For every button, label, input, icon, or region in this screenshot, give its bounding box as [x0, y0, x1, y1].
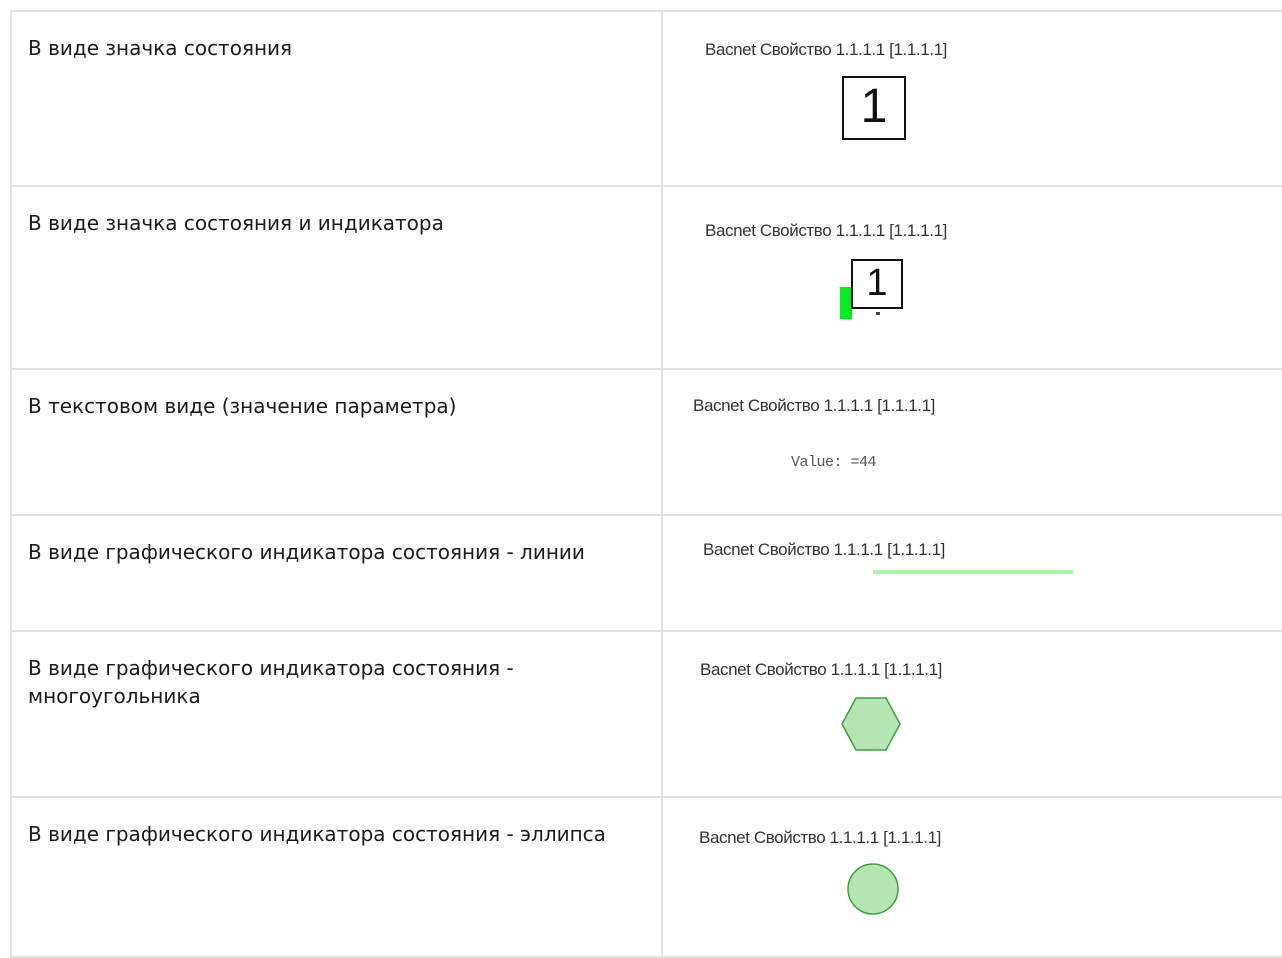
- ellipse-indicator: [847, 863, 899, 915]
- value-text: Value: =44: [791, 454, 877, 471]
- table-row: В виде графического индикатора состояния…: [10, 514, 1282, 632]
- description-cell: В виде графического индикатора состояния…: [10, 514, 663, 632]
- object-caption: Bacnet Свойство 1.1.1.1 [1.1.1.1]: [705, 221, 947, 240]
- table-row: В виде графического индикатора состояния…: [10, 630, 1282, 798]
- preview-cell: Bacnet Свойство 1.1.1.1 [1.1.1.1] Value:…: [661, 368, 1282, 516]
- description-cell: В текстовом виде (значение параметра): [10, 368, 663, 516]
- preview-cell: Bacnet Свойство 1.1.1.1 [1.1.1.1] 1: [661, 185, 1282, 370]
- table-row: В виде значка состояния Bacnet Свойство …: [10, 10, 1282, 187]
- description-cell: В виде значка состояния: [10, 10, 663, 187]
- description-text: В виде графического индикатора состояния…: [28, 656, 514, 708]
- preview-cell: Bacnet Свойство 1.1.1.1 [1.1.1.1] 1: [661, 10, 1282, 187]
- table-row: В виде графического индикатора состояния…: [10, 796, 1282, 958]
- description-cell: В виде графического индикатора состояния…: [10, 630, 663, 798]
- description-text: В виде значка состояния: [28, 36, 293, 60]
- object-caption: Bacnet Свойство 1.1.1.1 [1.1.1.1]: [700, 660, 942, 679]
- state-line-indicator: [873, 570, 1073, 574]
- description-text: В виде графического индикатора состояния…: [28, 822, 606, 846]
- table-row: В виде значка состояния и индикатора Bac…: [10, 185, 1282, 370]
- description-cell: В виде значка состояния и индикатора: [10, 185, 663, 370]
- object-caption: Bacnet Свойство 1.1.1.1 [1.1.1.1]: [705, 40, 947, 59]
- display-modes-table: В виде значка состояния Bacnet Свойство …: [10, 10, 1282, 958]
- preview-cell: Bacnet Свойство 1.1.1.1 [1.1.1.1]: [661, 630, 1282, 798]
- state-icon: 1: [851, 259, 903, 309]
- description-text: В виде графического индикатора состояния…: [28, 540, 585, 564]
- hexagon-indicator: [841, 697, 901, 751]
- description-text: В текстовом виде (значение параметра): [28, 394, 457, 418]
- description-cell: В виде графического индикатора состояния…: [10, 796, 663, 958]
- object-caption: Bacnet Свойство 1.1.1.1 [1.1.1.1]: [693, 396, 935, 415]
- preview-cell: Bacnet Свойство 1.1.1.1 [1.1.1.1]: [661, 514, 1282, 632]
- table-row: В текстовом виде (значение параметра) Ba…: [10, 368, 1282, 516]
- preview-cell: Bacnet Свойство 1.1.1.1 [1.1.1.1]: [661, 796, 1282, 958]
- object-caption: Bacnet Свойство 1.1.1.1 [1.1.1.1]: [703, 540, 945, 559]
- object-caption: Bacnet Свойство 1.1.1.1 [1.1.1.1]: [699, 828, 941, 847]
- description-text: В виде значка состояния и индикатора: [28, 211, 444, 235]
- marker-dot: [876, 312, 880, 315]
- state-icon: 1: [842, 76, 906, 140]
